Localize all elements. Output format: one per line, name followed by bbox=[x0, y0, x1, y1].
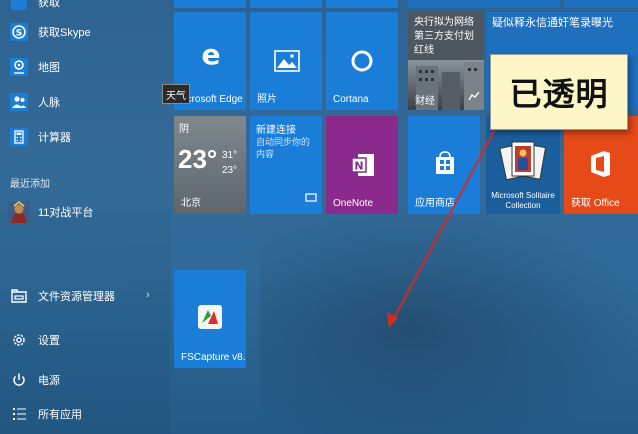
svg-text:e: e bbox=[202, 42, 221, 68]
menu-item-people[interactable]: 人脉 bbox=[8, 88, 60, 116]
playing-cards-icon bbox=[499, 136, 547, 193]
edge-icon: e bbox=[198, 38, 224, 73]
annotation-callout: 已透明 bbox=[490, 54, 628, 130]
onenote-icon: N bbox=[350, 152, 376, 183]
skype-icon: S bbox=[8, 21, 30, 43]
news-headline: 疑似释永信通奸笔录曝光 bbox=[492, 17, 613, 29]
tile-label: Cortana bbox=[333, 94, 369, 105]
menu-item-label: 获取 bbox=[38, 0, 60, 9]
people-icon bbox=[8, 91, 30, 113]
menu-item-11-platform[interactable]: 11对战平台 bbox=[8, 198, 93, 226]
tile-partial[interactable] bbox=[564, 0, 638, 8]
menu-item-maps[interactable]: 地图 bbox=[8, 53, 60, 81]
tile-label: 应用商店 bbox=[415, 198, 455, 209]
game-app-icon bbox=[8, 201, 30, 223]
photos-icon bbox=[274, 50, 300, 77]
chart-icon bbox=[468, 88, 480, 106]
office-icon bbox=[588, 150, 614, 183]
weather-tooltip: 天气 bbox=[162, 84, 190, 104]
tile-solitaire[interactable]: Microsoft Solitaire Collection bbox=[486, 116, 560, 214]
menu-item-label: 电源 bbox=[38, 375, 60, 387]
connect-title: 新建连接 bbox=[256, 125, 296, 136]
menu-item-settings[interactable]: 设置 bbox=[8, 326, 60, 354]
weather-high: 31° bbox=[222, 150, 238, 161]
weather-low: 23° bbox=[222, 165, 238, 176]
tile-cortana[interactable]: Cortana bbox=[326, 12, 398, 110]
svg-text:S: S bbox=[16, 29, 22, 39]
menu-item-skype[interactable]: S 获取Skype bbox=[8, 18, 91, 46]
tile-label: 获取 Office bbox=[571, 198, 620, 209]
settings-gear-icon bbox=[8, 329, 30, 351]
tile-news-finance[interactable]: 央行拟为网络第三方支付划红线 财经 bbox=[408, 12, 484, 110]
news-headline: 央行拟为网络第三方支付划红线 bbox=[414, 17, 474, 56]
tile-partial[interactable] bbox=[250, 0, 322, 8]
menu-item-power[interactable]: 电源 bbox=[8, 366, 60, 394]
tile-label: 财经 bbox=[415, 96, 435, 107]
tile-partial[interactable] bbox=[174, 0, 246, 8]
menu-item-all-apps[interactable]: 所有应用 bbox=[8, 400, 82, 428]
menu-item-label: 计算器 bbox=[38, 132, 71, 144]
tile-label: OneNote bbox=[333, 198, 374, 209]
menu-item-file-explorer[interactable]: 文件资源管理器 bbox=[8, 282, 115, 310]
svg-text:N: N bbox=[354, 160, 363, 173]
tile-fscapture[interactable]: FSCapture v8.2 bbox=[174, 270, 246, 368]
menu-item-label: 获取Skype bbox=[38, 27, 91, 39]
all-apps-icon bbox=[8, 403, 30, 425]
weather-condition: 阴 bbox=[179, 124, 189, 135]
tile-photos[interactable]: 照片 bbox=[250, 12, 322, 110]
file-explorer-icon bbox=[8, 285, 30, 307]
menu-item-calculator[interactable]: 计算器 bbox=[8, 123, 71, 151]
menu-item-label: 11对战平台 bbox=[38, 207, 94, 219]
weather-temp: 23° bbox=[178, 144, 218, 174]
tile-partial[interactable] bbox=[326, 0, 398, 8]
tile-connect[interactable]: 新建连接 自动同步你的内容 bbox=[250, 116, 322, 214]
menu-item-label: 人脉 bbox=[38, 97, 60, 109]
tile-get-office[interactable]: 获取 Office bbox=[564, 116, 638, 214]
connect-icon bbox=[305, 190, 317, 208]
tile-store[interactable]: 应用商店 bbox=[408, 116, 480, 214]
background-blur bbox=[260, 200, 638, 434]
power-icon bbox=[8, 369, 30, 391]
tile-onenote[interactable]: N OneNote bbox=[326, 116, 398, 214]
recently-added-heading: 最近添加 bbox=[10, 179, 50, 190]
connect-desc: 自动同步你的内容 bbox=[256, 137, 311, 159]
app-icon bbox=[8, 0, 30, 13]
fscapture-icon bbox=[197, 304, 223, 335]
tile-partial[interactable] bbox=[408, 0, 560, 8]
maps-icon bbox=[8, 56, 30, 78]
tile-label: 照片 bbox=[257, 94, 277, 105]
cortana-icon bbox=[350, 49, 374, 78]
weather-city: 北京 bbox=[181, 198, 201, 209]
menu-item-label: 地图 bbox=[38, 62, 60, 74]
menu-item-label: 所有应用 bbox=[38, 409, 82, 421]
tile-weather[interactable]: 阴 23° 31° 23° 北京 bbox=[174, 116, 246, 214]
menu-item-partial-top[interactable]: 获取 bbox=[8, 0, 60, 16]
calculator-icon bbox=[8, 126, 30, 148]
menu-item-label: 设置 bbox=[38, 335, 60, 347]
store-icon bbox=[433, 150, 457, 181]
tile-label: FSCapture v8.2 bbox=[181, 352, 246, 363]
chevron-right-icon[interactable]: › bbox=[146, 289, 150, 301]
tile-label: Microsoft Solitaire Collection bbox=[491, 191, 555, 210]
menu-item-label: 文件资源管理器 bbox=[38, 291, 115, 303]
